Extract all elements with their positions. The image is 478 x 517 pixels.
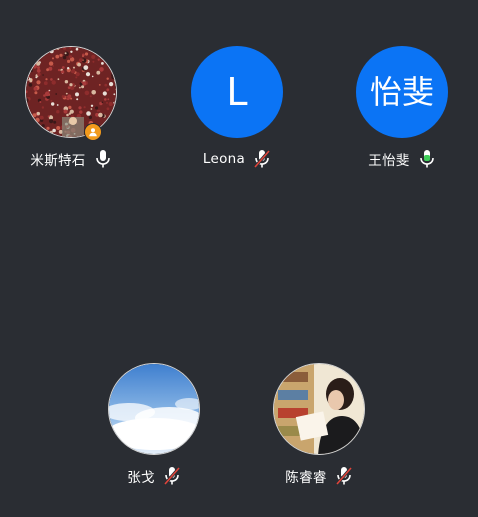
participant-name: 米斯特石 xyxy=(30,153,86,169)
microphone-muted-icon[interactable] xyxy=(335,466,353,486)
avatar-initial: 怡斐 xyxy=(369,73,434,111)
participant-avatar xyxy=(25,46,117,141)
participant-tile-2[interactable]: L Leona xyxy=(172,46,302,186)
microphone-muted-icon[interactable] xyxy=(253,149,271,169)
participant-tile-3[interactable]: 怡斐 王怡斐 xyxy=(337,46,467,186)
participant-name: Leona xyxy=(202,151,246,167)
participant-name: 张戈 xyxy=(127,470,155,486)
host-icon xyxy=(84,123,102,141)
participant-label-row: Leona xyxy=(203,148,271,170)
participant-label-row: 陈睿睿 xyxy=(285,465,352,487)
microphone-icon[interactable] xyxy=(418,149,436,169)
participant-name: 王怡斐 xyxy=(368,153,410,169)
avatar-initial: L xyxy=(226,70,248,114)
participant-label-row: 张戈 xyxy=(127,465,181,487)
participant-avatar: 怡斐 xyxy=(356,46,448,138)
microphone-muted-icon[interactable] xyxy=(163,466,181,486)
participant-name: 陈睿睿 xyxy=(285,470,327,486)
participant-avatar xyxy=(273,363,365,455)
participant-avatar: L xyxy=(191,46,283,138)
participant-label-row: 米斯特石 xyxy=(30,148,111,170)
participant-label-row: 王怡斐 xyxy=(368,148,435,170)
reader-photo xyxy=(274,364,364,454)
participant-avatar xyxy=(108,363,200,455)
microphone-icon[interactable] xyxy=(94,149,112,169)
participant-tile-1[interactable]: 米斯特石 xyxy=(6,46,136,186)
crowd-photo xyxy=(26,47,116,137)
participant-tile-4[interactable]: 张戈 xyxy=(89,363,219,503)
participant-tile-5[interactable]: 陈睿睿 xyxy=(254,363,384,503)
sky-photo xyxy=(109,364,199,454)
